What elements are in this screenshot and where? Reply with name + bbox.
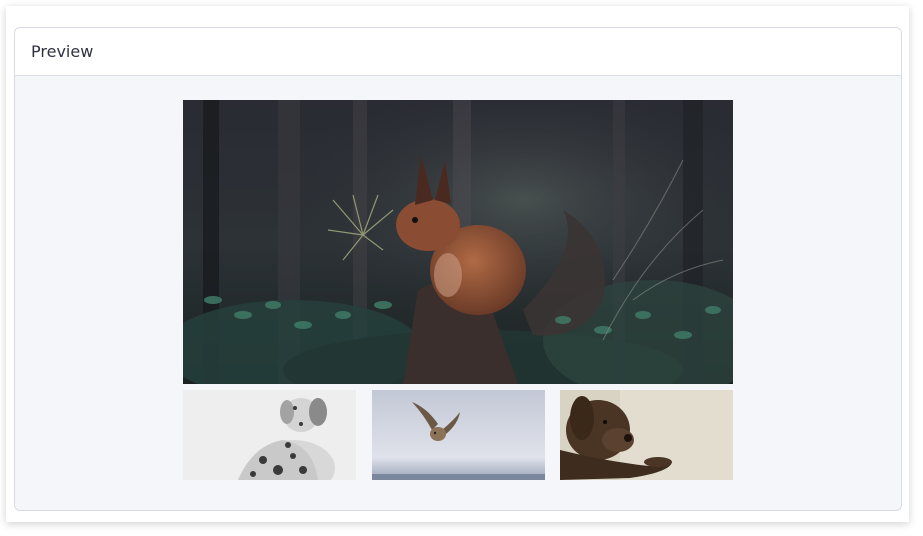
thumbnail-strip [183, 390, 733, 480]
chocolate-labrador-photo [560, 390, 733, 480]
thumbnail-3[interactable] [560, 390, 733, 480]
panel-header: Preview [15, 28, 901, 76]
main-preview-image[interactable] [183, 100, 733, 384]
thumbnail-1[interactable] [183, 390, 356, 480]
owl-flying-photo [371, 390, 545, 480]
panel-title: Preview [31, 42, 94, 61]
squirrel-photo [183, 100, 733, 384]
image-gallery [183, 100, 733, 480]
preview-panel: Preview [14, 27, 902, 511]
dalmatian-puppy-photo [183, 390, 356, 480]
thumbnail-2[interactable] [371, 390, 545, 480]
